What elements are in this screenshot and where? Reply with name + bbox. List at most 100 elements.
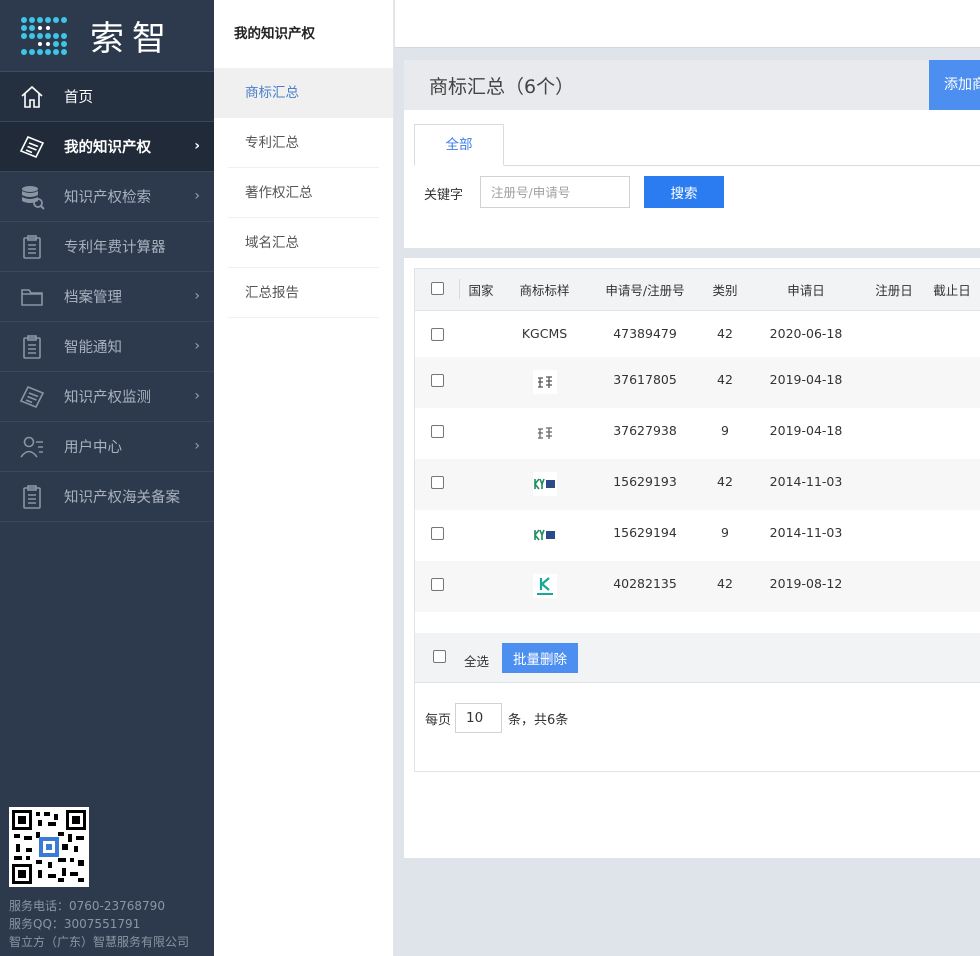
class-cell: 42 xyxy=(717,372,733,387)
app-no-cell: 47389479 xyxy=(613,325,677,341)
kyg-logo-icon xyxy=(533,529,555,541)
column-header: 申请号/注册号 xyxy=(587,269,703,311)
app-date-cell: 2014-11-03 xyxy=(769,474,843,489)
submenu-title: 我的知识产权 xyxy=(234,26,315,42)
submenu-item-trademark[interactable]: 商标汇总 xyxy=(214,68,393,118)
sidebar-item-ip-search[interactable]: 知识产权检索 › xyxy=(0,172,214,222)
keyword-label: 关键字 xyxy=(424,188,464,203)
keyword-input[interactable] xyxy=(480,176,630,208)
clipboard-icon xyxy=(18,233,46,261)
sidebar: 索智 首页 我的知识产权 › 知识产权检索 › 专利年费计算器 档案管理 › 智… xyxy=(0,0,214,956)
tab-all[interactable]: 全部 xyxy=(414,124,504,166)
sidebar-item-fee-calculator[interactable]: 专利年费计算器 xyxy=(0,222,214,272)
select-all-checkbox[interactable] xyxy=(433,650,446,663)
section-divider xyxy=(404,248,980,258)
company-name: 智立方（广东）智慧服务有限公司 xyxy=(9,935,190,949)
class-cell: 42 xyxy=(717,325,733,341)
database-search-icon xyxy=(18,183,46,211)
sidebar-item-label: 首页 xyxy=(64,90,93,106)
sidebar-item-customs-record[interactable]: 知识产权海关备案 xyxy=(0,472,214,522)
add-trademark-button[interactable]: 添加商标 xyxy=(929,60,980,110)
pager-prefix: 每页 xyxy=(425,712,452,728)
class-cell: 42 xyxy=(717,474,733,489)
submenu-item-domain[interactable]: 域名汇总 xyxy=(228,218,379,268)
bulk-action-bar: 全选 批量删除 xyxy=(415,633,980,683)
trademark-card: 商标汇总（6个） 添加商标 全部 关键字 搜索 国家 商标标样 申请号/注册号 … xyxy=(404,60,980,858)
chevron-right-icon: › xyxy=(194,138,200,154)
submenu-item-report[interactable]: 汇总报告 xyxy=(228,268,379,318)
end-date-cell xyxy=(923,357,980,408)
search-button[interactable]: 搜索 xyxy=(644,176,724,208)
submenu: 我的知识产权 商标汇总 专利汇总 著作权汇总 域名汇总 汇总报告 xyxy=(214,0,394,956)
checkbox[interactable] xyxy=(431,282,444,296)
kgcms-logo-icon xyxy=(532,574,557,598)
row-checkbox[interactable] xyxy=(431,476,444,489)
folder-icon xyxy=(18,283,46,311)
row-checkbox[interactable] xyxy=(431,578,444,591)
sidebar-item-my-ip[interactable]: 我的知识产权 › xyxy=(0,122,214,172)
suozhi-logo-icon xyxy=(537,427,552,439)
sidebar-item-archive[interactable]: 档案管理 › xyxy=(0,272,214,322)
reg-date-cell xyxy=(865,357,923,408)
service-qq: 服务QQ：3007551791 xyxy=(9,917,141,931)
table-row[interactable]: 15629193 42 2014-11-03 xyxy=(415,459,980,510)
app-date-cell: 2020-06-18 xyxy=(769,325,843,341)
logo[interactable]: 索智 xyxy=(0,0,214,72)
table-row[interactable]: 40282135 42 2019-08-12 xyxy=(415,561,980,612)
end-date-cell xyxy=(923,561,980,612)
column-header: 注册日 xyxy=(865,269,923,311)
sample-cell xyxy=(502,459,587,510)
country-cell xyxy=(460,459,502,510)
bulk-delete-button[interactable]: 批量删除 xyxy=(502,643,578,673)
clipboard-icon xyxy=(18,483,46,511)
sidebar-item-notification[interactable]: 智能通知 › xyxy=(0,322,214,372)
certificate-icon xyxy=(18,383,46,411)
qr-code-icon xyxy=(9,807,89,887)
end-date-cell xyxy=(923,510,980,561)
sidebar-item-label: 专利年费计算器 xyxy=(64,240,166,256)
chevron-right-icon: › xyxy=(194,388,200,404)
app-date-cell: 2014-11-03 xyxy=(769,525,843,540)
class-cell: 9 xyxy=(721,525,729,540)
chevron-right-icon: › xyxy=(194,338,200,354)
sidebar-item-ip-monitor[interactable]: 知识产权监测 › xyxy=(0,372,214,422)
row-checkbox[interactable] xyxy=(431,327,444,341)
sidebar-item-user-center[interactable]: 用户中心 › xyxy=(0,422,214,472)
card-header: 商标汇总（6个） xyxy=(404,60,980,110)
page-size-input[interactable]: 10 xyxy=(455,703,503,733)
country-cell xyxy=(460,357,502,408)
sidebar-item-home[interactable]: 首页 xyxy=(0,72,214,122)
select-all-header[interactable] xyxy=(415,269,460,311)
sample-cell xyxy=(502,357,587,408)
trademark-table: 国家 商标标样 申请号/注册号 类别 申请日 注册日 截止日 KGCMS 473… xyxy=(415,269,980,612)
app-date-cell: 2019-04-18 xyxy=(769,372,843,387)
sample-cell xyxy=(502,510,587,561)
sidebar-item-label: 我的知识产权 xyxy=(64,140,151,156)
country-cell xyxy=(460,310,502,357)
brand-name: 索智 xyxy=(90,19,174,59)
row-checkbox[interactable] xyxy=(431,374,444,387)
table-row[interactable]: 37617805 42 2019-04-18 xyxy=(415,357,980,408)
country-cell xyxy=(460,561,502,612)
app-no-cell: 37617805 xyxy=(613,372,677,387)
trademark-table-panel: 国家 商标标样 申请号/注册号 类别 申请日 注册日 截止日 KGCMS 473… xyxy=(414,268,980,772)
sidebar-item-label: 知识产权检索 xyxy=(64,190,151,206)
submenu-item-copyright[interactable]: 著作权汇总 xyxy=(228,168,379,218)
chevron-right-icon: › xyxy=(194,188,200,204)
submenu-item-patent[interactable]: 专利汇总 xyxy=(228,118,379,168)
select-all-label: 全选 xyxy=(464,654,490,669)
row-checkbox[interactable] xyxy=(431,527,444,540)
row-checkbox[interactable] xyxy=(431,425,444,438)
contact-info: 服务电话：0760-23768790 服务QQ：3007551791 智立方（广… xyxy=(9,897,189,951)
page-title: 商标汇总（6个） xyxy=(429,75,575,98)
pagination: 每页 10 条，共6条 xyxy=(425,703,568,733)
table-row[interactable]: 37627938 9 2019-04-18 xyxy=(415,408,980,459)
clipboard-icon xyxy=(18,333,46,361)
column-header: 截止日 xyxy=(923,269,980,311)
sidebar-item-label: 知识产权海关备案 xyxy=(64,490,180,506)
table-row[interactable]: KGCMS 47389479 42 2020-06-18 xyxy=(415,310,980,357)
reg-date-cell xyxy=(865,510,923,561)
user-list-icon xyxy=(18,433,46,461)
reg-date-cell xyxy=(865,561,923,612)
table-row[interactable]: 15629194 9 2014-11-03 xyxy=(415,510,980,561)
